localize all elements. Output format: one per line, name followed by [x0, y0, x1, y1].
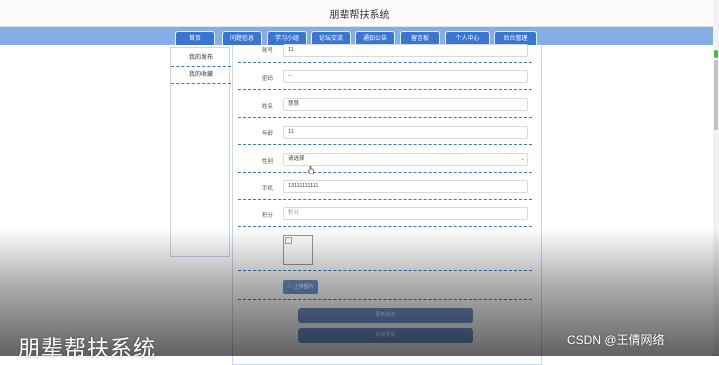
nav-item-study-groups[interactable]: 学习小组 [267, 31, 307, 45]
scrollbar-marker [714, 50, 718, 58]
phone-label: 手机 [262, 186, 274, 192]
nav-item-home[interactable]: 首页 [175, 31, 215, 45]
top-navigation: 首页 问题信息 学习小组 论坛交流 通知公告 留言板 个人中心 后台管理 [0, 27, 713, 45]
divider [238, 144, 532, 145]
account-input[interactable]: 11 [283, 44, 528, 57]
sidebar-item-favorites[interactable]: 我的收藏 [171, 67, 231, 84]
divider [238, 270, 532, 271]
phone-input[interactable]: 13111111111 [283, 180, 528, 193]
watermark-title: 朋辈帮扶系统 [18, 336, 157, 361]
nav-item-questions[interactable]: 问题信息 [222, 31, 262, 45]
sidebar: 我的发布 我的收藏 [170, 47, 231, 257]
upload-label: 上传图片 [293, 284, 314, 290]
divider [238, 117, 532, 118]
nav-item-admin[interactable]: 后台管理 [494, 31, 537, 45]
divider [238, 172, 532, 173]
account-label: 账号 [262, 48, 274, 54]
scrollbar-thumb[interactable] [714, 60, 718, 130]
watermark-credit: CSDN @王倩网络 [567, 333, 665, 347]
divider [238, 299, 532, 300]
nav-item-messages[interactable]: 留言板 [400, 31, 440, 45]
chevron-down-icon: ⌄ [520, 156, 526, 162]
hand-cursor-icon [308, 166, 314, 174]
avatar-image [283, 235, 313, 265]
sidebar-item-my-posts[interactable]: 我的发布 [171, 50, 231, 67]
age-input[interactable]: 11 [283, 126, 528, 139]
points-input[interactable]: 积分 [283, 207, 528, 220]
app-title: 朋辈帮扶系统 [329, 10, 390, 21]
divider [238, 199, 532, 200]
gender-select[interactable]: 请选择 [283, 153, 528, 166]
upload-icon: ☁ [287, 284, 293, 290]
divider [238, 226, 532, 227]
nav-item-forum[interactable]: 论坛交流 [311, 31, 351, 45]
title-bar: 朋辈帮扶系统 [0, 0, 719, 27]
update-info-button[interactable]: 更新信息 [298, 308, 473, 323]
logout-button[interactable]: 退出登录 [298, 328, 473, 343]
divider [238, 62, 532, 63]
age-label: 年龄 [262, 131, 274, 137]
points-label: 积分 [262, 213, 274, 219]
password-label: 密码 [262, 76, 274, 82]
broken-image-icon [285, 237, 292, 244]
gender-label: 性别 [262, 159, 274, 165]
upload-image-button[interactable]: ☁ 上传图片 [283, 280, 318, 294]
nav-item-profile[interactable]: 个人中心 [445, 31, 490, 45]
nav-item-notices[interactable]: 通知公告 [355, 31, 395, 45]
password-input[interactable]: -- [283, 70, 528, 83]
divider [238, 89, 532, 90]
name-input[interactable]: 慧慧 [283, 98, 528, 111]
name-label: 姓名 [262, 104, 274, 110]
